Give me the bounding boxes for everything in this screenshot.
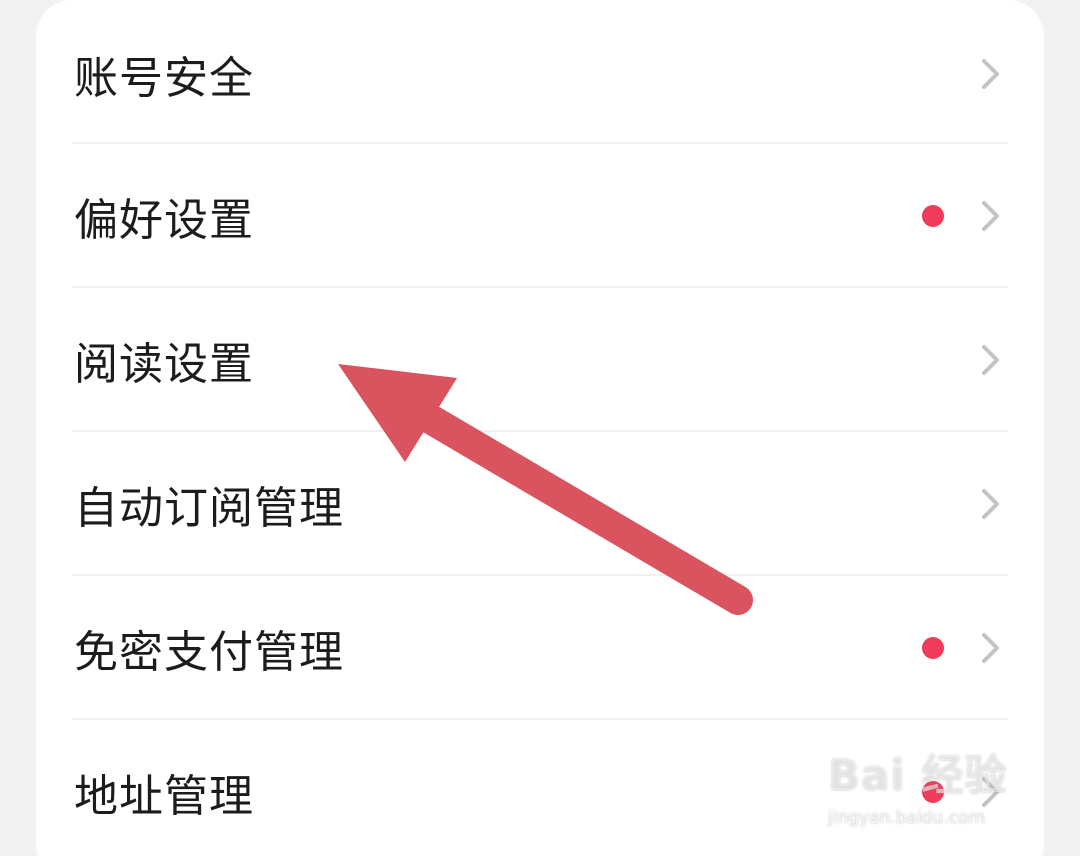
chevron-right-icon <box>982 633 999 663</box>
settings-item-label: 账号安全 <box>74 53 254 104</box>
settings-item-password-free-payment[interactable]: 免密支付管理 <box>36 576 1044 720</box>
chevron-right-icon <box>982 489 999 519</box>
chevron-right-icon <box>982 201 999 231</box>
screen: 账号安全 偏好设置 阅读设置 自动订阅管理 免密支付管理 地址管理 Bai 经验… <box>0 0 1080 856</box>
settings-list: 账号安全 偏好设置 阅读设置 自动订阅管理 免密支付管理 地址管理 <box>36 0 1044 856</box>
settings-item-preferences[interactable]: 偏好设置 <box>36 144 1044 288</box>
settings-item-address-management[interactable]: 地址管理 <box>36 720 1044 856</box>
settings-item-label: 偏好设置 <box>74 195 254 246</box>
red-dot-icon <box>922 637 944 659</box>
chevron-right-icon <box>982 345 999 375</box>
red-dot-icon <box>922 205 944 227</box>
settings-card: 账号安全 偏好设置 阅读设置 自动订阅管理 免密支付管理 地址管理 <box>36 0 1044 856</box>
settings-item-reading-settings[interactable]: 阅读设置 <box>36 288 1044 432</box>
settings-item-label: 地址管理 <box>74 771 254 822</box>
red-dot-icon <box>922 781 944 803</box>
settings-item-label: 阅读设置 <box>74 339 254 390</box>
settings-item-auto-subscribe[interactable]: 自动订阅管理 <box>36 432 1044 576</box>
chevron-right-icon <box>982 59 999 89</box>
settings-item-label: 免密支付管理 <box>74 627 344 678</box>
settings-item-account-security[interactable]: 账号安全 <box>36 0 1044 144</box>
chevron-right-icon <box>982 777 999 807</box>
settings-item-label: 自动订阅管理 <box>74 483 344 534</box>
